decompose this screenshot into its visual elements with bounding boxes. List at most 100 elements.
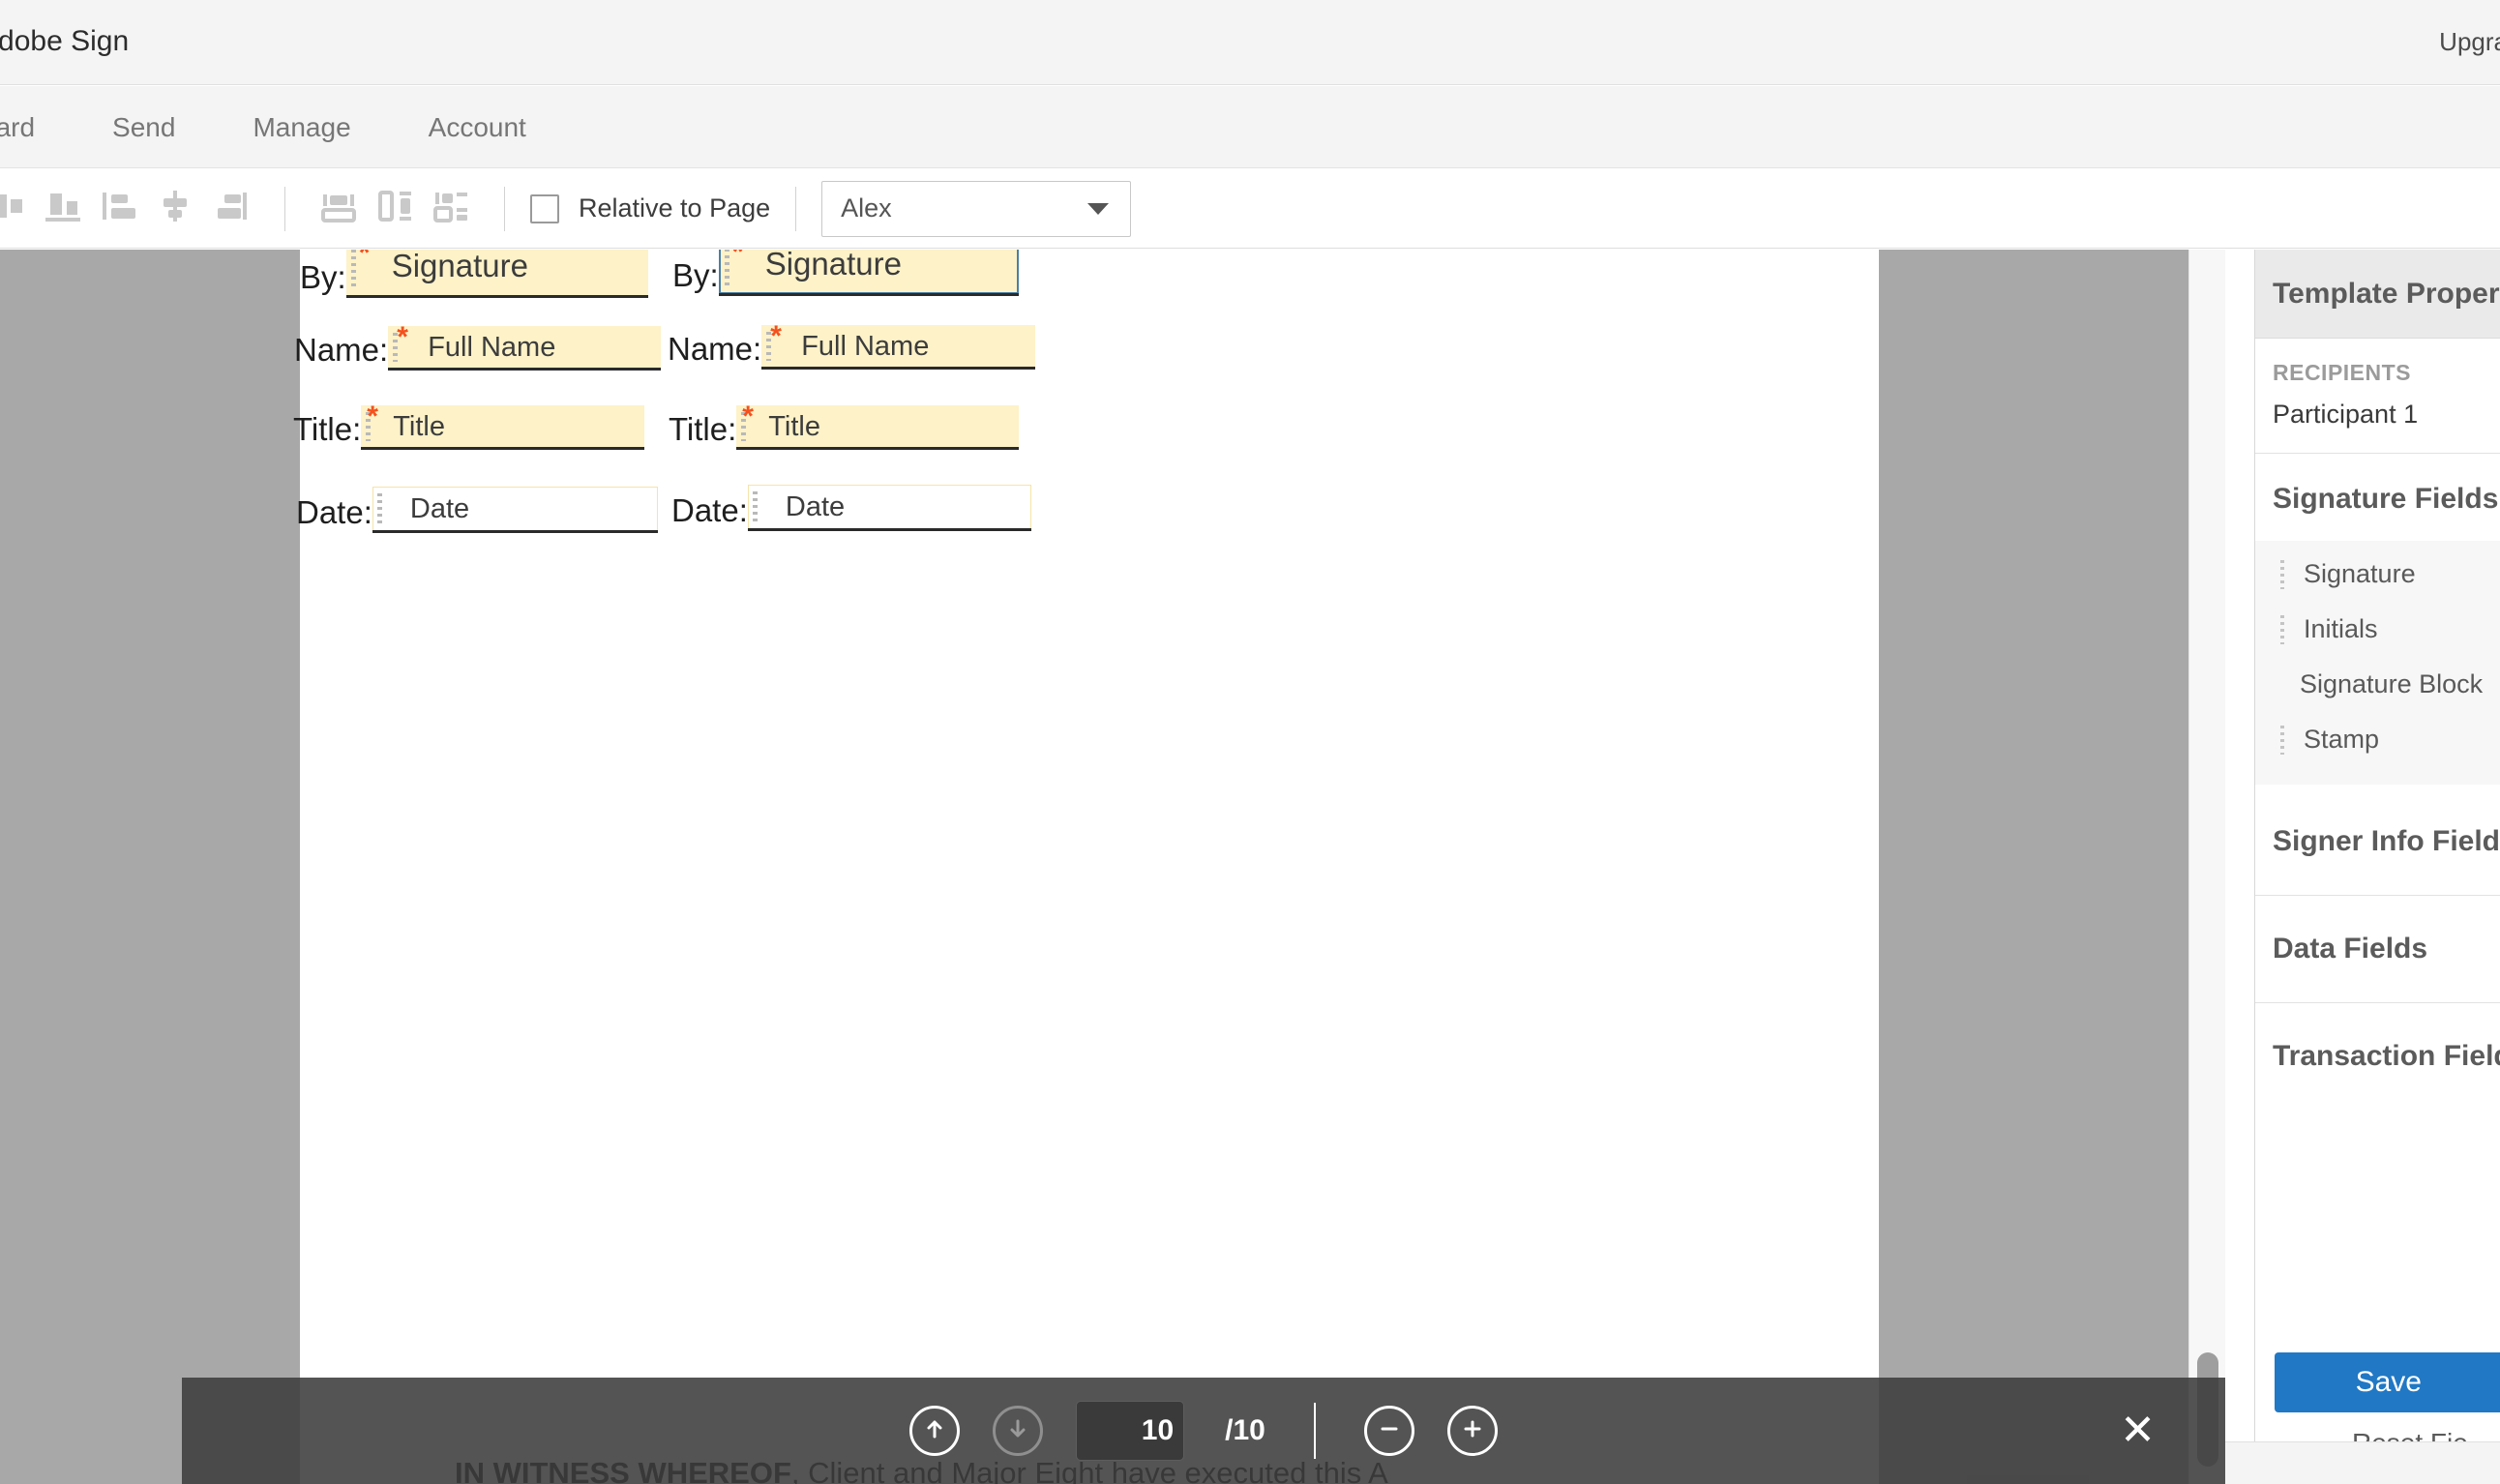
field-grip-icon[interactable] — [725, 250, 729, 286]
align-center-vertical-icon-button[interactable] — [147, 181, 203, 237]
viewer-scrollbar[interactable] — [2188, 250, 2225, 1484]
previous-page-button[interactable] — [909, 1406, 960, 1456]
nav-dashboard[interactable]: oard — [0, 112, 48, 143]
toolbar-divider-2 — [504, 187, 505, 231]
align-button-group — [0, 181, 259, 237]
field-grip-icon[interactable] — [351, 250, 356, 289]
app-brand: Adobe Sign — [0, 25, 129, 58]
field-item-stamp[interactable]: Stamp — [2255, 712, 2500, 767]
minus-circle-icon — [1375, 1414, 1404, 1448]
align-center-vertical-icon — [154, 187, 196, 230]
align-left-icon-button[interactable] — [0, 181, 35, 237]
document-page[interactable]: By: * Signature Name: — [300, 250, 1879, 1484]
page-total-label: /10 — [1225, 1414, 1265, 1447]
checkbox-box[interactable] — [530, 194, 559, 223]
align-horizontal-left-icon-button[interactable] — [91, 181, 147, 237]
drag-grip-icon[interactable] — [2280, 615, 2284, 644]
field-grip-icon[interactable] — [753, 491, 758, 522]
field-underline — [761, 367, 1035, 370]
field-date-left[interactable]: Date — [372, 487, 658, 531]
field-signature-left[interactable]: * Signature — [346, 250, 648, 296]
field-placeholder-text: Date — [786, 491, 845, 523]
field-placeholder-text: Title — [393, 411, 445, 443]
form-fields-layer: By: * Signature Name: — [300, 250, 1879, 1484]
recipient-participant-1[interactable]: Participant 1 — [2273, 400, 2483, 430]
required-asterisk-icon: * — [397, 323, 408, 352]
field-fullname-right[interactable]: * Full Name — [761, 325, 1035, 368]
toolbar-divider-1 — [284, 187, 285, 231]
field-item-signature[interactable]: Signature — [2255, 547, 2500, 602]
section-data-fields[interactable]: Data Fields — [2255, 896, 2500, 1003]
distribute-button-group — [311, 181, 479, 237]
field-item-initials[interactable]: Initials — [2255, 602, 2500, 657]
match-width-icon-button[interactable] — [311, 181, 367, 237]
field-underline — [719, 293, 1019, 296]
app-root: Adobe Sign Upgra oard Send Manage Accoun… — [0, 0, 2500, 1484]
field-slot-title-right: * Title — [736, 405, 1019, 448]
save-button[interactable]: Save — [2275, 1352, 2500, 1412]
close-icon[interactable]: ✕ — [2120, 1410, 2156, 1452]
arrow-down-circle-icon — [1003, 1414, 1032, 1448]
template-properties-panel: Template Proper RECIPIENTS Participant 1… — [2254, 250, 2500, 1484]
field-underline — [388, 368, 661, 371]
match-height-icon-button[interactable] — [367, 181, 423, 237]
signature-fields-list: Signature Initials Signature Block Stamp — [2255, 541, 2500, 785]
page-number-input[interactable]: 10 — [1076, 1401, 1184, 1461]
relative-to-page-checkbox[interactable]: Relative to Page — [530, 193, 770, 223]
next-page-button[interactable] — [993, 1406, 1043, 1456]
match-size-icon-button[interactable] — [423, 181, 479, 237]
field-placeholder-text: Full Name — [801, 331, 929, 363]
section-transaction-fields[interactable]: Transaction Field — [2255, 1003, 2500, 1110]
recipient-select-value: Alex — [841, 193, 892, 223]
pagebar-divider — [1314, 1403, 1316, 1459]
required-asterisk-icon: * — [770, 322, 782, 351]
nav-send[interactable]: Send — [99, 112, 189, 143]
drag-grip-icon[interactable] — [2280, 726, 2284, 755]
upgrade-link[interactable]: Upgra — [2439, 27, 2500, 57]
field-fullname-left[interactable]: * Full Name — [388, 326, 661, 369]
field-placeholder-text: Full Name — [428, 332, 555, 364]
field-item-label: Signature — [2304, 559, 2416, 589]
required-asterisk-icon: * — [732, 250, 744, 267]
nav-account[interactable]: Account — [415, 112, 540, 143]
align-bottom-icon — [42, 187, 84, 230]
nav-manage[interactable]: Manage — [239, 112, 364, 143]
align-right-icon-button[interactable] — [203, 181, 259, 237]
field-underline — [736, 447, 1019, 450]
drag-grip-icon[interactable] — [2280, 560, 2284, 589]
field-underline — [372, 530, 658, 533]
chevron-down-icon — [1087, 203, 1109, 215]
field-item-label: Stamp — [2304, 725, 2379, 755]
app-header: Adobe Sign Upgra — [0, 0, 2500, 85]
field-slot-by-left: * Signature — [346, 250, 648, 296]
field-signature-right[interactable]: * Signature — [719, 250, 1019, 294]
field-title-left[interactable]: * Title — [361, 405, 644, 448]
required-asterisk-icon: * — [742, 402, 754, 431]
field-item-signature-block[interactable]: Signature Block — [2255, 657, 2500, 712]
section-signature-fields[interactable]: Signature Fields — [2255, 454, 2500, 541]
page-nav-controls: 10 /10 — [182, 1401, 2225, 1461]
field-underline — [748, 528, 1031, 531]
field-date-right[interactable]: Date — [748, 485, 1031, 529]
field-placeholder-text: Title — [768, 411, 820, 443]
page-navigation-toolbar: 10 /10 ✕ — [182, 1378, 2225, 1484]
field-label-by-right: By: — [672, 259, 719, 294]
page-number-value: 10 — [1142, 1414, 1174, 1447]
recipients-section: RECIPIENTS Participant 1 — [2255, 339, 2500, 454]
field-label-by-left: By: — [300, 261, 346, 296]
recipients-caption: RECIPIENTS — [2273, 360, 2483, 386]
field-item-label: Signature Block — [2300, 669, 2483, 699]
recipient-select[interactable]: Alex — [821, 181, 1131, 237]
zoom-in-button[interactable] — [1447, 1406, 1498, 1456]
field-grip-icon[interactable] — [377, 493, 382, 524]
field-row-name-right: Name: * Full Name — [668, 325, 1035, 368]
toolbar-divider-3 — [795, 187, 796, 231]
section-signer-info-fields[interactable]: Signer Info Fields — [2255, 785, 2500, 896]
field-label-date-right: Date: — [671, 494, 748, 529]
match-size-icon — [430, 187, 472, 230]
align-bottom-icon-button[interactable] — [35, 181, 91, 237]
field-title-right[interactable]: * Title — [736, 405, 1019, 448]
zoom-out-button[interactable] — [1364, 1406, 1414, 1456]
panel-header: Template Proper — [2255, 250, 2500, 339]
document-viewer[interactable]: By: * Signature Name: — [0, 250, 2225, 1484]
